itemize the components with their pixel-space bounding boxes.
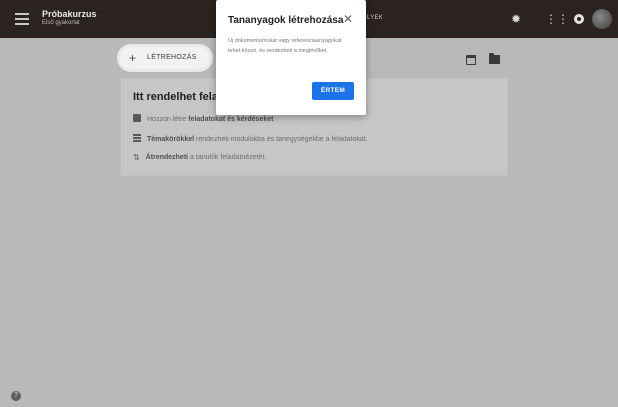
- row-text: a tanulók feladatnézetét.: [188, 154, 267, 161]
- dialog-body: Új dokumentumokat vagy referenciaanyagok…: [228, 38, 342, 54]
- row-text: rendezheti modulokba és tanegységekbe a …: [194, 136, 368, 143]
- avatar[interactable]: [592, 9, 612, 29]
- calendar-icon[interactable]: [466, 55, 476, 65]
- card-row-reorder: ⇅ Átrendezheti a tanulók feladatnézetét.: [133, 154, 266, 162]
- confirm-button[interactable]: ÉRTEM: [312, 82, 354, 100]
- card-row-assignments: Hozzon létre feladatokat és kérdéseket: [133, 114, 273, 123]
- plus-icon: +: [129, 51, 137, 65]
- materials-dialog: Tananyagok létrehozása ✕ Új dokumentumok…: [216, 0, 366, 115]
- apps-icon[interactable]: ⋮⋮: [545, 11, 569, 27]
- reorder-icon: ⇅: [133, 153, 140, 162]
- close-icon[interactable]: ✕: [343, 12, 353, 26]
- topic-list-icon: [133, 134, 141, 142]
- help-icon[interactable]: ?: [11, 391, 21, 401]
- create-button-label: LÉTREHOZÁS: [147, 54, 197, 61]
- create-button[interactable]: + LÉTREHOZÁS: [120, 47, 210, 69]
- row-bold-text: feladatokat és kérdéseket: [188, 116, 274, 123]
- course-subtitle: Első gyakorlat: [42, 20, 80, 26]
- gear-icon[interactable]: ✹: [508, 11, 524, 27]
- circle-icon[interactable]: [571, 11, 587, 27]
- tab-fragment[interactable]: LYEK: [367, 15, 383, 21]
- course-name: Próbakurzus: [42, 9, 97, 19]
- row-bold-text: Átrendezheti: [145, 154, 189, 161]
- assignment-icon: [133, 114, 141, 122]
- course-title-block[interactable]: Próbakurzus Első gyakorlat: [42, 9, 97, 27]
- menu-icon[interactable]: [15, 13, 29, 25]
- folder-icon[interactable]: [489, 53, 500, 64]
- card-row-topics: Témakörökkel rendezheti modulokba és tan…: [133, 134, 368, 143]
- dialog-title: Tananyagok létrehozása: [228, 15, 344, 26]
- row-text: Hozzon létre: [147, 116, 189, 123]
- row-bold-text: Témakörökkel: [147, 136, 195, 143]
